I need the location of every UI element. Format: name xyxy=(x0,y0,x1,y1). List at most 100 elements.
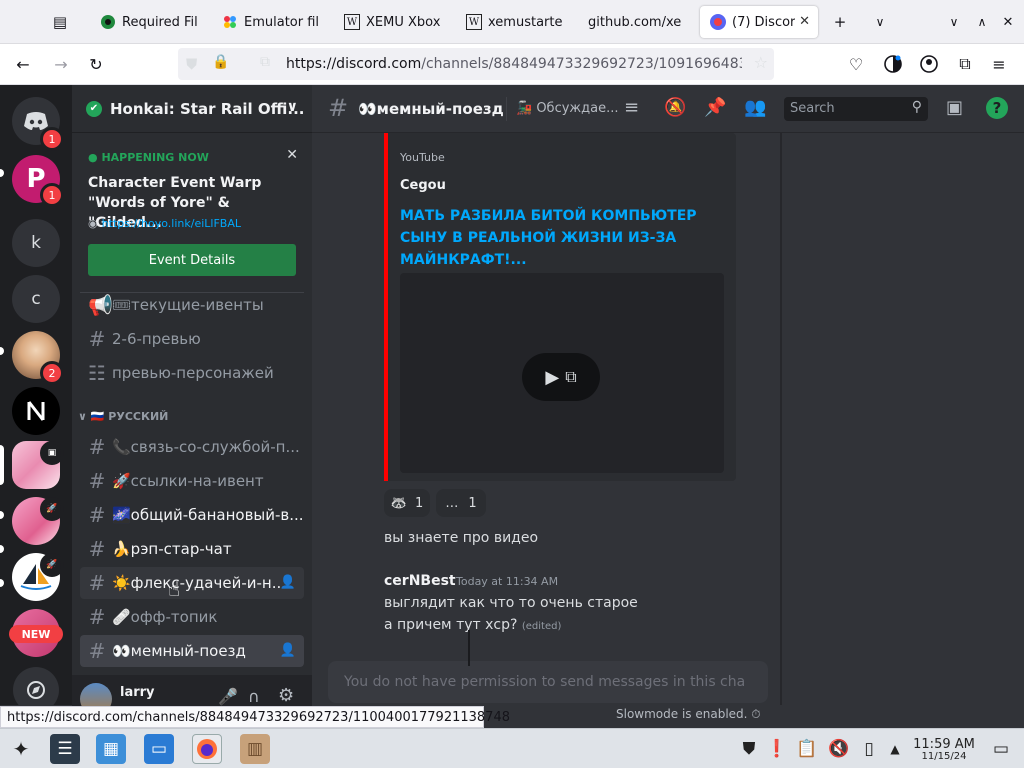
slash-logo-server-icon[interactable] xyxy=(12,387,60,435)
channel-label: 🩹офф-топик xyxy=(112,608,218,626)
browser-tab[interactable]: github.com/xe xyxy=(578,6,688,38)
show-desktop-icon[interactable]: ▭ xyxy=(986,734,1016,764)
bookmark-star-icon[interactable]: ☆ xyxy=(754,53,768,72)
event-details-button[interactable]: Event Details xyxy=(88,244,296,276)
pocket-icon[interactable]: ♡ xyxy=(845,53,867,75)
list-tabs-icon[interactable]: ∨ xyxy=(870,12,890,32)
channel-item[interactable]: # 📞связь-со-службой-п... xyxy=(80,431,304,463)
notification-muted-icon[interactable]: 🔕 xyxy=(664,97,686,118)
archive-icon[interactable]: ▥ xyxy=(240,734,270,764)
menu-icon[interactable]: ≡ xyxy=(988,53,1010,75)
threads-icon[interactable]: ≡ xyxy=(624,97,639,118)
maximize-icon[interactable]: ∧ xyxy=(972,12,992,32)
lock-icon[interactable]: 🔒 xyxy=(212,54,229,70)
notification-badge: 2 xyxy=(40,361,64,385)
reload-icon[interactable]: ↻ xyxy=(85,53,107,75)
close-icon[interactable]: ✕ xyxy=(286,147,298,163)
channel-label: 🌌общий-банановый-в... xyxy=(112,506,304,524)
tab-label: xemustarte xyxy=(488,14,563,30)
channel-item[interactable]: #2-6-превью xyxy=(80,323,304,355)
message-timestamp: Today at 11:34 AM xyxy=(456,575,559,588)
category-header[interactable]: ∨ 🇷🇺 РУССКИЙ xyxy=(78,410,168,423)
tab-label: (7) Discor xyxy=(732,14,796,30)
hash-icon: # xyxy=(88,435,106,459)
channel-item[interactable]: # 🌌общий-банановый-в... xyxy=(80,499,304,531)
browser-tab[interactable]: Emulator fil xyxy=(212,6,330,38)
mute-mic-icon[interactable]: 🎤 xyxy=(218,687,238,706)
new-tab-icon[interactable]: + xyxy=(830,12,850,32)
minimize-icon[interactable]: ∨ xyxy=(944,12,964,32)
url-text[interactable]: https://discord.com/channels/88484947332… xyxy=(286,56,742,72)
browser-tab[interactable]: W xemustarte xyxy=(456,6,566,38)
clock-time[interactable]: 11:59 AM xyxy=(912,737,976,752)
browser-tab[interactable]: W XEMU Xbox xyxy=(334,6,452,38)
browser-tab-active[interactable]: (7) Discor ✕ xyxy=(700,6,818,38)
help-icon[interactable]: ? xyxy=(986,97,1008,119)
grid-icon xyxy=(222,14,238,30)
pin-icon[interactable]: 📌 xyxy=(704,97,726,118)
file-manager-icon[interactable]: ▭ xyxy=(144,734,174,764)
channel-item[interactable]: # 🍌рэп-стар-чат xyxy=(80,533,304,565)
discover-store-icon[interactable]: ▦ xyxy=(96,734,126,764)
server-header[interactable]: ✔ Honkai: Star Rail Offi... ∨ xyxy=(72,85,312,133)
app-launcher-icon[interactable]: ✦ xyxy=(6,734,36,764)
permissions-icon[interactable]: ⧉ xyxy=(260,54,270,70)
url-bar[interactable]: ⛊ 🔒 ⧉ https://discord.com/channels/88484… xyxy=(178,48,774,80)
channel-item-hover[interactable]: # ☀️флекс-удачей-и-н... 👤 xyxy=(80,567,304,599)
account-icon[interactable] xyxy=(918,53,940,75)
server-k-icon[interactable]: k xyxy=(12,219,60,267)
thread-link[interactable]: 🚂 Обсуждае... xyxy=(516,101,618,116)
channel-item[interactable]: # 🩹офф-топик xyxy=(80,601,304,633)
channel-announcements[interactable]: 📢 🎟текущие-ивенты xyxy=(80,289,304,321)
forward-icon[interactable]: → xyxy=(50,53,72,75)
headset-icon[interactable]: ∩ xyxy=(248,687,260,706)
tab-label: XEMU Xbox xyxy=(366,14,441,30)
channel-item-selected[interactable]: # 👀мемный-поезд 👤 xyxy=(80,635,304,667)
clipboard-icon[interactable]: 📋 xyxy=(792,734,822,764)
embed-author[interactable]: Cegou xyxy=(400,178,446,193)
add-member-icon[interactable]: 👤 xyxy=(280,575,296,590)
tray-expand-icon[interactable]: ▲ xyxy=(880,734,910,764)
browser-tab-bar: ▤ Required Fil Emulator fil W XEMU Xbox … xyxy=(0,0,1024,44)
hash-icon: # xyxy=(88,605,106,629)
embed-title[interactable]: МАТЬ РАЗБИЛА БИТОЙ КОМПЬЮТЕР СЫНУ В РЕАЛ… xyxy=(400,205,700,271)
channel-forum[interactable]: ☷ превью-персонажей xyxy=(80,357,304,389)
boost-badge-icon: 🚀 xyxy=(40,553,64,577)
browser-tab[interactable]: Required Fil xyxy=(90,6,198,38)
security-shield-icon[interactable]: ⛊ xyxy=(734,734,764,764)
search-placeholder: Search xyxy=(790,101,835,116)
message-composer[interactable]: You do not have permission to send messa… xyxy=(328,661,768,703)
add-member-icon[interactable]: 👤 xyxy=(280,643,296,658)
event-status: ● HAPPENING NOW xyxy=(88,151,209,164)
back-icon[interactable]: ← xyxy=(12,53,34,75)
play-icon[interactable]: ▶ xyxy=(545,367,559,388)
inbox-icon[interactable]: ▣ xyxy=(946,97,963,118)
open-external-icon[interactable]: ⧉ xyxy=(565,367,576,387)
reaction-pill[interactable]: … 1 xyxy=(436,489,486,517)
clock-date[interactable]: 11/15/24 xyxy=(912,751,976,762)
message-author[interactable]: cerNBest xyxy=(384,573,456,589)
update-notifier-icon[interactable]: ❗ xyxy=(762,734,792,764)
steam-settings-icon[interactable]: ☰ xyxy=(50,734,80,764)
browser-nav-bar: ← → ↻ ⛊ 🔒 ⧉ https://discord.com/channels… xyxy=(0,44,1024,85)
event-link[interactable]: ◉ https://hoyo.link/eiLlFBAL xyxy=(88,217,300,230)
volume-muted-icon[interactable]: 🔇 xyxy=(824,734,854,764)
firefox-taskbar-icon[interactable] xyxy=(192,734,222,764)
extensions-puzzle-icon[interactable]: ⧉ xyxy=(954,53,976,75)
edited-tag: (edited) xyxy=(521,621,562,632)
member-list-icon[interactable]: 👥 xyxy=(744,97,766,118)
close-tab-icon[interactable]: ✕ xyxy=(799,14,810,29)
search-input[interactable]: Search ⚲ xyxy=(784,97,928,121)
extension-icon[interactable] xyxy=(882,53,904,75)
firefox-view-icon[interactable]: ▤ xyxy=(50,12,70,32)
server-c-icon[interactable]: c xyxy=(12,275,60,323)
video-thumbnail[interactable]: ▶ ⧉ xyxy=(400,273,724,473)
channel-item[interactable]: # 🚀ссылки-на-ивент xyxy=(80,465,304,497)
reaction-pill[interactable]: 🦝 1 xyxy=(384,489,430,517)
close-window-icon[interactable]: ✕ xyxy=(998,12,1018,32)
scrollbar[interactable] xyxy=(468,630,470,666)
shield-icon[interactable]: ⛊ xyxy=(186,55,197,73)
url-host: https://discord.com xyxy=(286,56,422,72)
settings-gear-icon[interactable]: ⚙ xyxy=(278,685,294,706)
channel-label: ☀️флекс-удачей-и-н... xyxy=(112,574,287,592)
